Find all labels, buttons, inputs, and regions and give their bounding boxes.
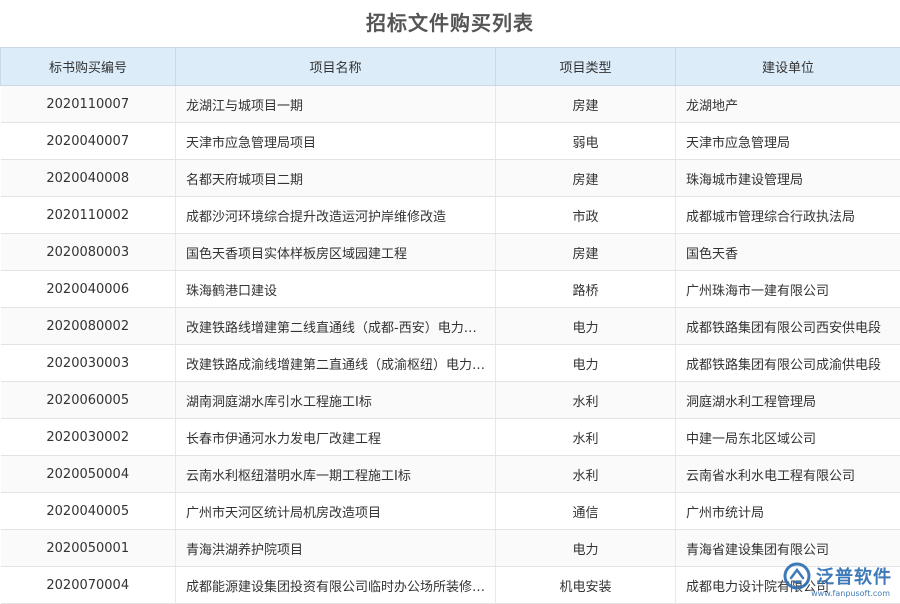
cell-project-name[interactable]: 名都天府城项目二期 (176, 160, 496, 197)
cell-project-name[interactable]: 成都能源建设集团投资有限公司临时办公场所装修… (176, 567, 496, 604)
cell-project-name[interactable]: 改建铁路线增建第二线直通线（成都-西安）电力… (176, 308, 496, 345)
watermark: 泛普软件 www.fanpusoft.com (782, 556, 892, 596)
cell-code[interactable]: 2020080003 (1, 234, 176, 271)
cell-project-name[interactable]: 广州市天河区统计局机房改造项目 (176, 493, 496, 530)
cell-construction-unit: 成都城市管理综合行政执法局 (676, 197, 900, 234)
cell-project-name[interactable]: 龙湖江与城项目一期 (176, 86, 496, 123)
cell-project-name[interactable]: 珠海鹤港口建设 (176, 271, 496, 308)
cell-project-name[interactable]: 青海洪湖养护院项目 (176, 530, 496, 567)
cell-project-type: 机电安装 (496, 567, 676, 604)
cell-project-name[interactable]: 改建铁路成渝线增建第二直通线（成渝枢纽）电力… (176, 345, 496, 382)
cell-construction-unit: 成都铁路集团有限公司成渝供电段 (676, 345, 900, 382)
table-body: 2020110007龙湖江与城项目一期房建龙湖地产2020040007天津市应急… (1, 86, 900, 604)
cell-construction-unit: 云南省水利水电工程有限公司 (676, 456, 900, 493)
cell-project-type: 电力 (496, 530, 676, 567)
cell-construction-unit: 珠海城市建设管理局 (676, 160, 900, 197)
cell-project-name[interactable]: 天津市应急管理局项目 (176, 123, 496, 160)
page-title: 招标文件购买列表 (0, 0, 900, 46)
cell-code[interactable]: 2020040006 (1, 271, 176, 308)
cell-construction-unit: 广州珠海市一建有限公司 (676, 271, 900, 308)
column-header-unit[interactable]: 建设单位 (676, 48, 900, 86)
column-header-name[interactable]: 项目名称 (176, 48, 496, 86)
table-header-row: 标书购买编号 项目名称 项目类型 建设单位 (1, 48, 900, 86)
cell-project-name[interactable]: 湖南洞庭湖水库引水工程施工I标 (176, 382, 496, 419)
table-row[interactable]: 2020040005广州市天河区统计局机房改造项目通信广州市统计局 (1, 493, 900, 530)
cell-construction-unit: 洞庭湖水利工程管理局 (676, 382, 900, 419)
watermark-text: 泛普软件 (816, 563, 892, 589)
cell-project-type: 房建 (496, 160, 676, 197)
cell-construction-unit: 天津市应急管理局 (676, 123, 900, 160)
cell-project-type: 弱电 (496, 123, 676, 160)
cell-code[interactable]: 2020110002 (1, 197, 176, 234)
cell-code[interactable]: 2020040007 (1, 123, 176, 160)
cell-project-name[interactable]: 国色天香项目实体样板房区域园建工程 (176, 234, 496, 271)
cell-project-type: 水利 (496, 382, 676, 419)
cell-project-type: 电力 (496, 308, 676, 345)
cell-code[interactable]: 2020030002 (1, 419, 176, 456)
cell-construction-unit: 成都铁路集团有限公司西安供电段 (676, 308, 900, 345)
cell-project-name[interactable]: 成都沙河环境综合提升改造运河护岸维修改造 (176, 197, 496, 234)
table-row[interactable]: 2020050001青海洪湖养护院项目电力青海省建设集团有限公司 (1, 530, 900, 567)
cell-code[interactable]: 2020040005 (1, 493, 176, 530)
cell-code[interactable]: 2020110007 (1, 86, 176, 123)
table-row[interactable]: 2020050004云南水利枢纽潜明水库一期工程施工I标水利云南省水利水电工程有… (1, 456, 900, 493)
cell-code[interactable]: 2020050001 (1, 530, 176, 567)
cell-code[interactable]: 2020070004 (1, 567, 176, 604)
table-row[interactable]: 2020060005湖南洞庭湖水库引水工程施工I标水利洞庭湖水利工程管理局 (1, 382, 900, 419)
cell-construction-unit: 中建一局东北区域公司 (676, 419, 900, 456)
cell-code[interactable]: 2020080002 (1, 308, 176, 345)
cell-project-type: 电力 (496, 345, 676, 382)
cell-construction-unit: 龙湖地产 (676, 86, 900, 123)
cell-code[interactable]: 2020040008 (1, 160, 176, 197)
table-row[interactable]: 2020110007龙湖江与城项目一期房建龙湖地产 (1, 86, 900, 123)
table-row[interactable]: 2020030002长春市伊通河水力发电厂改建工程水利中建一局东北区域公司 (1, 419, 900, 456)
table-row[interactable]: 2020070004成都能源建设集团投资有限公司临时办公场所装修…机电安装成都电… (1, 567, 900, 604)
cell-construction-unit: 国色天香 (676, 234, 900, 271)
watermark-url: www.fanpusoft.com (811, 589, 890, 598)
cell-code[interactable]: 2020060005 (1, 382, 176, 419)
cell-project-type: 水利 (496, 456, 676, 493)
cell-project-name[interactable]: 云南水利枢纽潜明水库一期工程施工I标 (176, 456, 496, 493)
table-row[interactable]: 2020040006珠海鹤港口建设路桥广州珠海市一建有限公司 (1, 271, 900, 308)
cell-code[interactable]: 2020030003 (1, 345, 176, 382)
table-row[interactable]: 2020080003国色天香项目实体样板房区域园建工程房建国色天香 (1, 234, 900, 271)
cell-project-type: 市政 (496, 197, 676, 234)
table-row[interactable]: 2020080002改建铁路线增建第二线直通线（成都-西安）电力…电力成都铁路集… (1, 308, 900, 345)
cell-construction-unit: 广州市统计局 (676, 493, 900, 530)
tender-purchase-table: 标书购买编号 项目名称 项目类型 建设单位 2020110007龙湖江与城项目一… (0, 47, 900, 604)
fanpu-logo-icon (782, 561, 812, 591)
table-row[interactable]: 2020040008名都天府城项目二期房建珠海城市建设管理局 (1, 160, 900, 197)
cell-project-type: 房建 (496, 86, 676, 123)
cell-project-type: 通信 (496, 493, 676, 530)
cell-code[interactable]: 2020050004 (1, 456, 176, 493)
cell-project-type: 路桥 (496, 271, 676, 308)
table-row[interactable]: 2020040007天津市应急管理局项目弱电天津市应急管理局 (1, 123, 900, 160)
table-row[interactable]: 2020110002成都沙河环境综合提升改造运河护岸维修改造市政成都城市管理综合… (1, 197, 900, 234)
cell-project-type: 水利 (496, 419, 676, 456)
cell-project-name[interactable]: 长春市伊通河水力发电厂改建工程 (176, 419, 496, 456)
table-row[interactable]: 2020030003改建铁路成渝线增建第二直通线（成渝枢纽）电力…电力成都铁路集… (1, 345, 900, 382)
cell-project-type: 房建 (496, 234, 676, 271)
column-header-code[interactable]: 标书购买编号 (1, 48, 176, 86)
column-header-type[interactable]: 项目类型 (496, 48, 676, 86)
